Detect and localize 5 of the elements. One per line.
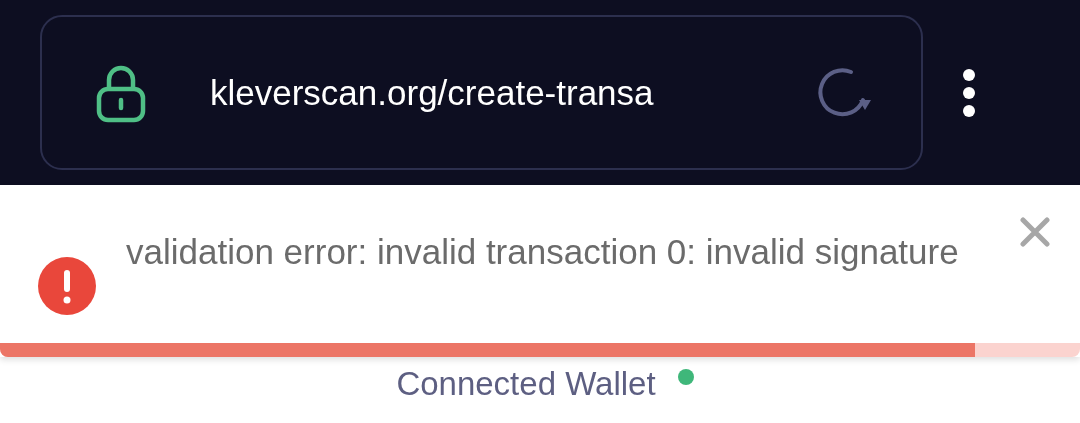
address-bar[interactable]: kleverscan.org/create-transa (40, 15, 923, 170)
close-icon (1020, 217, 1050, 247)
wallet-status: Connected Wallet (396, 365, 656, 403)
url-text: kleverscan.org/create-transa (210, 72, 655, 113)
error-message: validation error: invalid transaction 0: invalid signature (126, 231, 960, 273)
